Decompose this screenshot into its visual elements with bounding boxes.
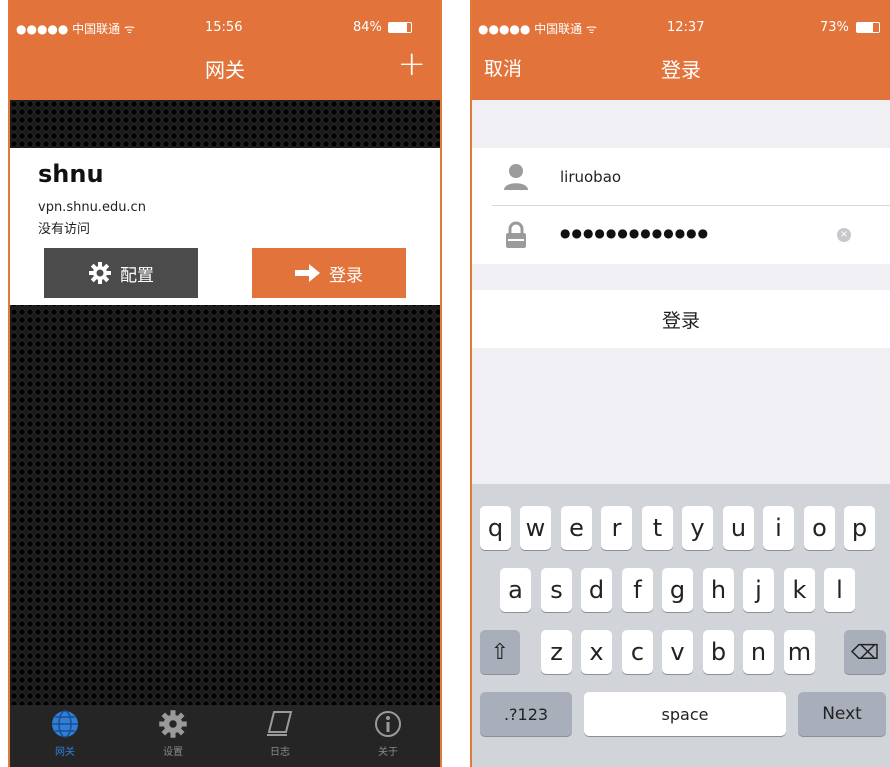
key-l[interactable]: l xyxy=(824,568,855,612)
key-x[interactable]: x xyxy=(581,630,612,674)
key-b[interactable]: b xyxy=(703,630,734,674)
battery-icon xyxy=(388,22,412,33)
password-field[interactable]: ●●●●●●●●●●●●● × xyxy=(472,206,890,264)
info-icon xyxy=(375,711,401,737)
key-n[interactable]: n xyxy=(743,630,774,674)
submit-label: 登录 xyxy=(661,310,700,332)
next-key[interactable]: Next xyxy=(798,692,886,736)
gateway-host: vpn.shnu.edu.cn xyxy=(38,200,146,215)
clock: 12:37 xyxy=(667,20,705,35)
tab-label: 关于 xyxy=(378,747,398,758)
nav-bar: 取消 登录 xyxy=(472,36,890,100)
key-u[interactable]: u xyxy=(723,506,754,550)
tab-label: 网关 xyxy=(55,747,75,758)
login-screen: ●●●●● 中国联通 ᯤ 12:37 73% 取消 登录 liruobao ●●… xyxy=(470,0,890,767)
key-e[interactable]: e xyxy=(561,506,592,550)
gear-icon xyxy=(89,262,111,284)
nav-bar: 网关 + xyxy=(10,36,440,100)
battery-icon xyxy=(856,22,880,33)
username-value: liruobao xyxy=(560,168,622,186)
key-w[interactable]: w xyxy=(520,506,551,550)
numbers-key[interactable]: .?123 xyxy=(480,692,572,736)
key-f[interactable]: f xyxy=(622,568,653,612)
arrow-right-icon xyxy=(295,264,320,282)
login-button[interactable]: 登录 xyxy=(252,248,406,298)
lock-icon xyxy=(506,221,526,248)
password-value: ●●●●●●●●●●●●● xyxy=(560,226,710,240)
key-p[interactable]: p xyxy=(844,506,875,550)
keyboard: q w e r t y u i o p a s d f g h j k l ⇧ … xyxy=(472,484,890,767)
key-v[interactable]: v xyxy=(662,630,693,674)
submit-login-button[interactable]: 登录 xyxy=(472,290,890,348)
key-d[interactable]: d xyxy=(581,568,612,612)
key-s[interactable]: s xyxy=(541,568,572,612)
key-i[interactable]: i xyxy=(763,506,794,550)
gateway-name: shnu xyxy=(38,160,104,188)
gateway-screen: ●●●●● 中国联通 ᯤ 15:56 84% 网关 + shnu vpn.shn… xyxy=(8,0,442,767)
status-bar: ●●●●● 中国联通 ᯤ 15:56 84% xyxy=(10,0,440,36)
page-title: 登录 xyxy=(661,58,701,82)
key-q[interactable]: q xyxy=(480,506,511,550)
tab-bar: 网关 设置 日志 关于 xyxy=(10,705,440,767)
carrier-signal: ●●●●● 中国联通 ᯤ xyxy=(16,22,135,36)
page-title: 网关 xyxy=(205,58,245,82)
key-j[interactable]: j xyxy=(743,568,774,612)
key-a[interactable]: a xyxy=(500,568,531,612)
shift-key[interactable]: ⇧ xyxy=(480,630,520,674)
tab-settings[interactable]: 设置 xyxy=(123,709,223,767)
key-m[interactable]: m xyxy=(784,630,815,674)
battery-percent: 84% xyxy=(353,20,382,35)
gateway-status: 没有访问 xyxy=(38,222,91,237)
clock: 15:56 xyxy=(205,20,243,35)
config-button[interactable]: 配置 xyxy=(44,248,198,298)
key-c[interactable]: c xyxy=(622,630,653,674)
tab-log[interactable]: 日志 xyxy=(230,709,330,767)
key-z[interactable]: z xyxy=(541,630,572,674)
login-label: 登录 xyxy=(329,265,363,286)
gear-icon xyxy=(159,710,187,738)
tab-label: 日志 xyxy=(270,747,290,758)
delete-key[interactable]: ⌫ xyxy=(844,630,886,674)
gateway-card[interactable]: shnu vpn.shnu.edu.cn 没有访问 配置 登录 xyxy=(10,148,440,305)
key-y[interactable]: y xyxy=(682,506,713,550)
key-k[interactable]: k xyxy=(784,568,815,612)
tab-about[interactable]: 关于 xyxy=(338,709,438,767)
key-g[interactable]: g xyxy=(662,568,693,612)
status-bar: ●●●●● 中国联通 ᯤ 12:37 73% xyxy=(472,0,890,36)
carrier-signal: ●●●●● 中国联通 ᯤ xyxy=(478,22,597,36)
tab-label: 设置 xyxy=(163,747,183,758)
space-key[interactable]: space xyxy=(584,692,786,736)
globe-icon xyxy=(52,710,78,738)
config-label: 配置 xyxy=(120,265,154,286)
add-gateway-button[interactable]: + xyxy=(398,44,427,84)
user-icon xyxy=(504,164,528,190)
battery-percent: 73% xyxy=(820,20,849,35)
key-r[interactable]: r xyxy=(601,506,632,550)
username-field[interactable]: liruobao xyxy=(472,148,890,206)
log-icon xyxy=(267,711,293,736)
tab-gateway[interactable]: 网关 xyxy=(15,709,115,767)
key-o[interactable]: o xyxy=(804,506,835,550)
key-h[interactable]: h xyxy=(703,568,734,612)
clear-icon[interactable]: × xyxy=(837,228,851,242)
key-t[interactable]: t xyxy=(642,506,673,550)
